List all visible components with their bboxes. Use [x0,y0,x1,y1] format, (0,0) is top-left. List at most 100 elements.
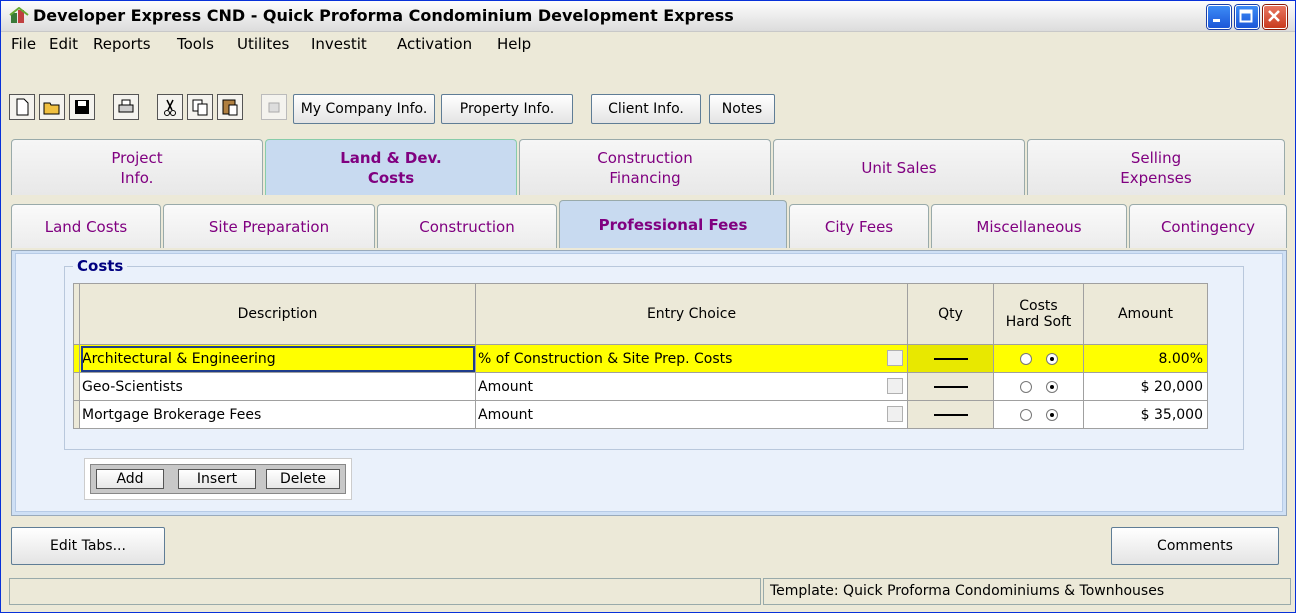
menu-help[interactable]: Help [497,35,531,53]
entry-choice-select[interactable]: Amount [475,400,908,429]
new-file-icon[interactable] [9,94,35,120]
hard-radio[interactable] [1019,408,1032,421]
tab-unit-sales[interactable]: Unit Sales [773,139,1025,195]
hard-radio[interactable] [1019,352,1032,365]
tab-project-info[interactable]: Project Info. [11,139,263,195]
entry-choice-value: Amount [478,406,534,423]
print-icon[interactable] [113,94,139,120]
entry-choice-value: % of Construction & Site Prep. Costs [478,350,733,367]
tab-label: Selling [1130,148,1182,167]
comments-button[interactable]: Comments [1111,527,1279,565]
status-left [9,578,761,605]
open-folder-icon[interactable] [39,94,65,120]
subtab-contingency[interactable]: Contingency [1129,204,1287,248]
tab-label: Land & Dev. [340,148,442,167]
status-bar: Template: Quick Proforma Condominiums & … [9,578,1291,608]
tab-construction-financing[interactable]: Construction Financing [519,139,771,195]
subtab-site-preparation[interactable]: Site Preparation [163,204,375,248]
menu-edit[interactable]: Edit [49,35,78,53]
menu-tools[interactable]: Tools [177,35,214,53]
save-icon[interactable] [69,94,95,120]
description-cell[interactable]: Mortgage Brokerage Fees [79,400,476,429]
entry-choice-select[interactable]: Amount [475,372,908,401]
table-row[interactable]: Mortgage Brokerage Fees Amount $ 35,000 [73,400,1208,429]
col-qty: Qty [907,283,994,345]
chevron-down-icon[interactable] [887,378,903,394]
tab-land-dev-costs[interactable]: Land & Dev. Costs [265,139,517,195]
app-icon [9,7,29,23]
qty-cell [907,344,994,373]
table-row[interactable]: Architectural & Engineering % of Constru… [73,344,1208,373]
qty-cell [907,372,994,401]
qty-cell [907,400,994,429]
hard-radio[interactable] [1019,380,1032,393]
tab-label: Construction [597,148,693,167]
minimize-button[interactable] [1207,5,1231,29]
maximize-button[interactable] [1235,5,1259,29]
add-button[interactable]: Add [96,469,164,489]
menu-file[interactable]: File [11,35,36,53]
description-cell[interactable]: Architectural & Engineering [79,344,476,373]
hard-soft-cell [993,372,1084,401]
col-costs: Costs Hard Soft [993,283,1084,345]
amount-cell[interactable]: $ 20,000 [1083,372,1208,401]
my-company-info-button[interactable]: My Company Info. [293,94,435,124]
dash-icon [933,357,968,360]
menu-reports[interactable]: Reports [93,35,151,53]
hard-soft-cell [993,400,1084,429]
delete-button[interactable]: Delete [266,469,340,489]
title-bar[interactable]: Developer Express CND - Quick Proforma C… [1,1,1295,32]
chevron-down-icon[interactable] [887,406,903,422]
soft-radio[interactable] [1045,380,1058,393]
entry-choice-value: Amount [478,378,534,395]
subtab-land-costs[interactable]: Land Costs [11,204,161,248]
subtab-city-fees[interactable]: City Fees [789,204,929,248]
tab-label: Expenses [1120,168,1192,187]
insert-button[interactable]: Insert [178,469,256,489]
col-costs-label: Costs [1019,298,1058,314]
cut-icon[interactable] [157,94,183,120]
soft-radio[interactable] [1045,408,1058,421]
col-entry-choice: Entry Choice [475,283,908,345]
menu-utilites[interactable]: Utilites [237,35,289,53]
tab-label: Costs [367,168,415,187]
subtab-construction[interactable]: Construction [377,204,557,248]
table-row[interactable]: Geo-Scientists Amount $ 20,000 [73,372,1208,401]
description-cell[interactable]: Geo-Scientists [79,372,476,401]
entry-choice-select[interactable]: % of Construction & Site Prep. Costs [475,344,908,373]
costs-legend: Costs [73,257,128,275]
edit-tabs-button[interactable]: Edit Tabs... [11,527,165,565]
client-info-button[interactable]: Client Info. [591,94,701,124]
hard-soft-cell [993,344,1084,373]
menu-bar: File Edit Reports Tools Utilites Investi… [1,32,1295,58]
soft-radio[interactable] [1045,352,1058,365]
tab-label: Unit Sales [861,158,937,177]
minimize-icon [1213,19,1220,22]
costs-group: Costs Description Entry Choice Qty Costs… [64,257,1244,450]
col-description: Description [79,283,476,345]
app-window: Developer Express CND - Quick Proforma C… [0,0,1296,613]
row-actions-group: Add Insert Delete [85,459,351,499]
subtab-professional-fees[interactable]: Professional Fees [559,200,787,248]
copy-icon[interactable] [187,94,213,120]
table-header-row: Description Entry Choice Qty Costs Hard … [73,283,1208,345]
col-hard-soft-label: Hard Soft [1005,314,1072,330]
menu-investit[interactable]: Investit [311,35,367,53]
chevron-down-icon[interactable] [887,350,903,366]
subtab-miscellaneous[interactable]: Miscellaneous [931,204,1127,248]
dash-icon [933,413,968,416]
menu-activation[interactable]: Activation [397,35,472,53]
dash-icon [933,385,968,388]
status-template: Template: Quick Proforma Condominiums & … [763,578,1291,605]
paste-icon[interactable] [217,94,243,120]
disabled-icon [261,94,287,120]
amount-cell[interactable]: 8.00% [1083,344,1208,373]
costs-table: Description Entry Choice Qty Costs Hard … [73,283,1208,429]
tab-label: Info. [120,168,154,187]
notes-button[interactable]: Notes [709,94,775,124]
property-info-button[interactable]: Property Info. [441,94,573,124]
window-title: Developer Express CND - Quick Proforma C… [33,6,734,25]
close-button[interactable] [1263,5,1287,29]
tab-selling-expenses[interactable]: Selling Expenses [1027,139,1285,195]
amount-cell[interactable]: $ 35,000 [1083,400,1208,429]
